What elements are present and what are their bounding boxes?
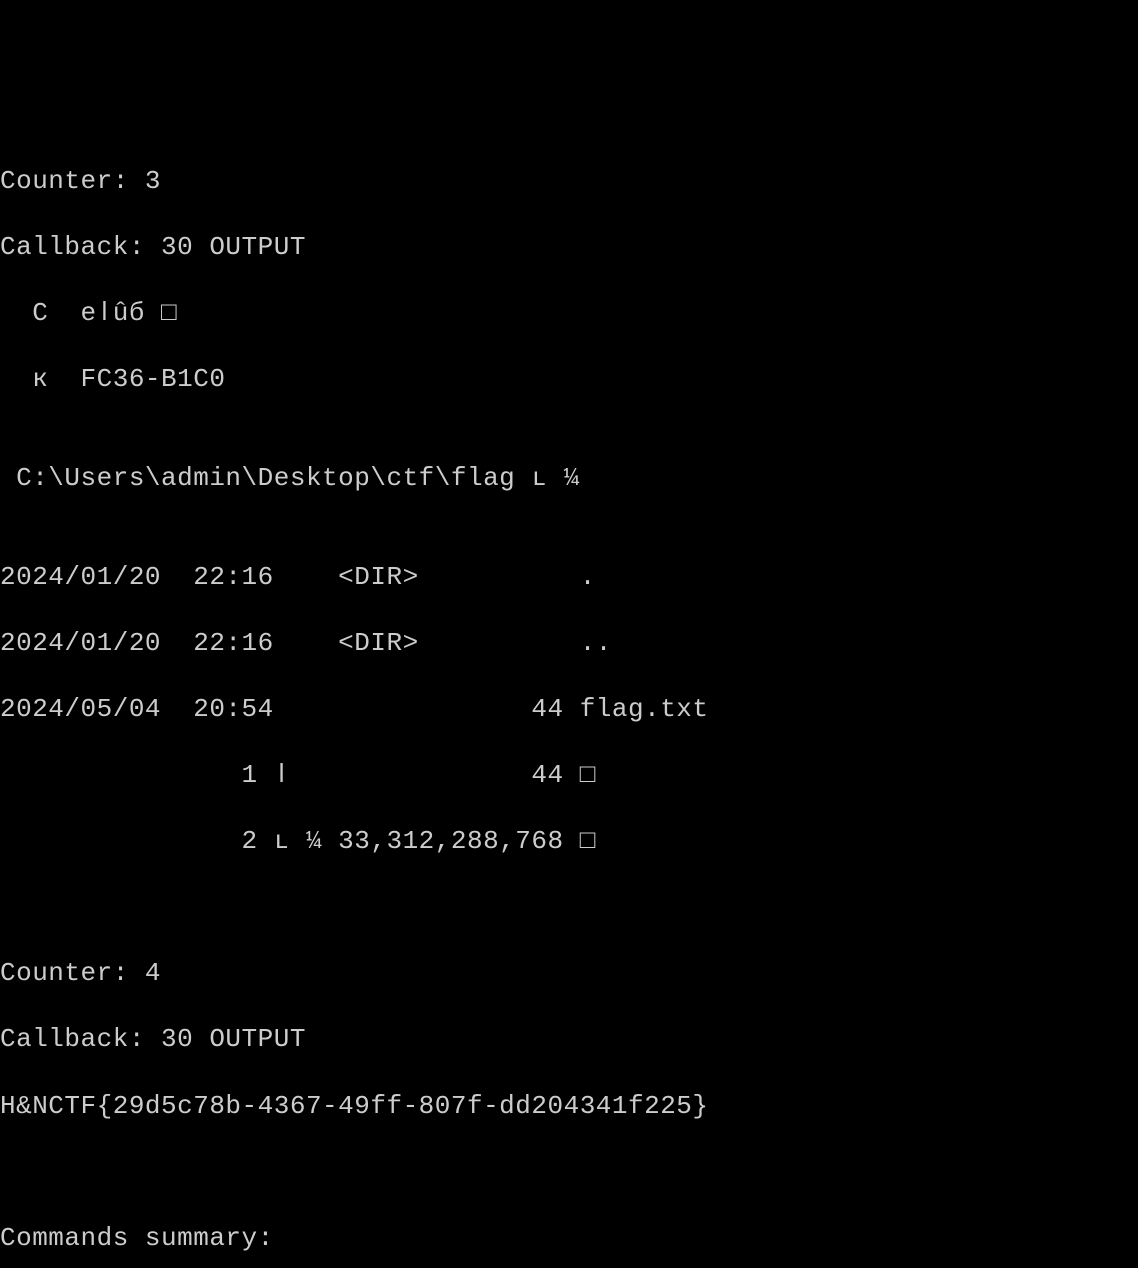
flag-line: H&NCTF{29d5c78b-4367-49ff-807f-dd204341f… (0, 1090, 1138, 1123)
counter-line: Counter: 3 (0, 165, 1138, 198)
garbled-line-1: C eǀûб □ (0, 297, 1138, 330)
counter-line-2: Counter: 4 (0, 957, 1138, 990)
directory-path-line: C:\Users\admin\Desktop\ctf\flag ʟ ¼ (0, 462, 1138, 495)
dir-entry-parent: 2024/01/20 22:16 <DIR> .. (0, 627, 1138, 660)
dir-entry-file: 2024/05/04 20:54 44 flag.txt (0, 693, 1138, 726)
dir-summary-files: 1 ǀ 44 □ (0, 759, 1138, 792)
callback-line: Callback: 30 OUTPUT (0, 231, 1138, 264)
callback-line-2: Callback: 30 OUTPUT (0, 1023, 1138, 1056)
volume-serial-line: к FC36-B1C0 (0, 363, 1138, 396)
terminal-output: Counter: 3 Callback: 30 OUTPUT C eǀûб □ … (0, 132, 1138, 1268)
commands-summary-line: Commands summary: (0, 1222, 1138, 1255)
dir-summary-free: 2 ʟ ¼ 33,312,288,768 □ (0, 825, 1138, 858)
dir-entry-current: 2024/01/20 22:16 <DIR> . (0, 561, 1138, 594)
